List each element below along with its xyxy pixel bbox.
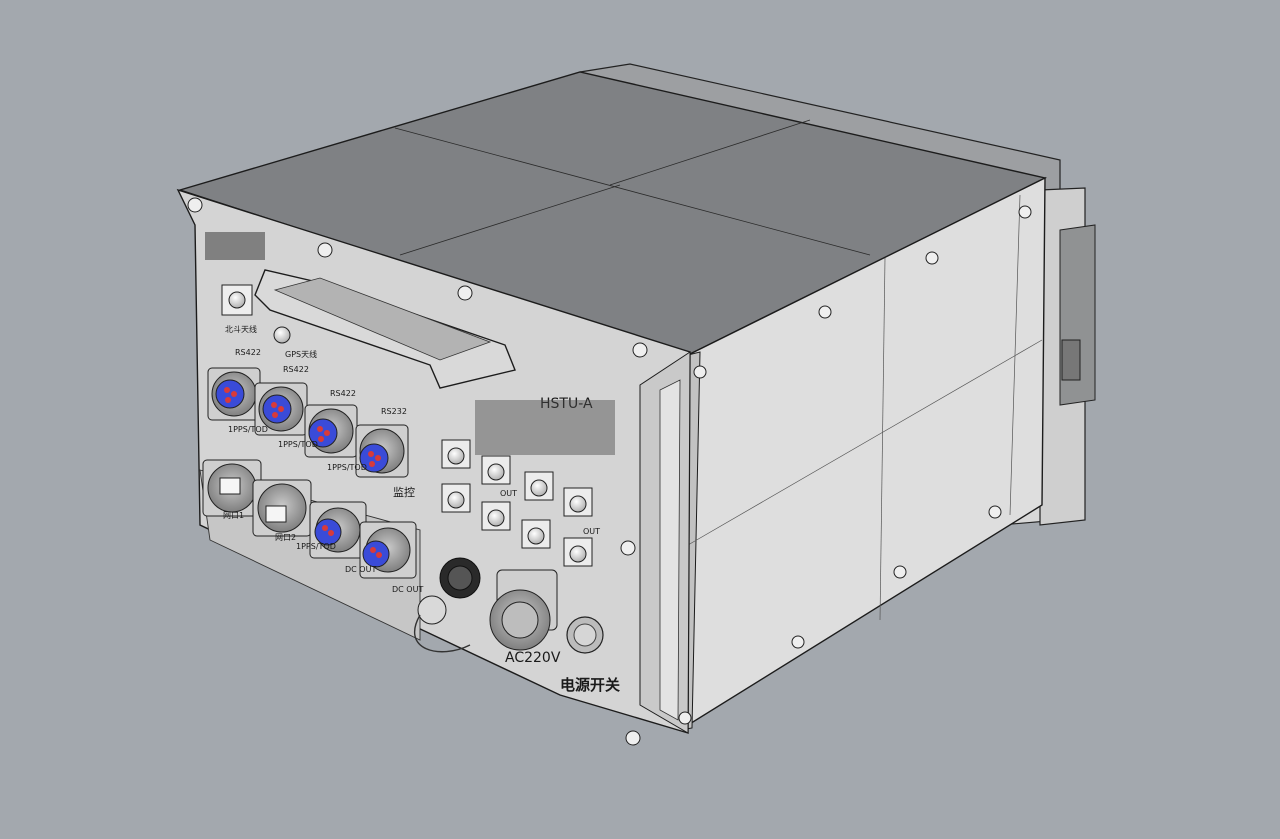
antenna-label-2: GPS天线 — [285, 349, 317, 359]
ac-input-label: AC220V — [505, 650, 561, 666]
logo-blurred — [205, 232, 265, 260]
antenna-connector-2[interactable] — [273, 326, 291, 344]
pps-tod-label-2: 1PPS/TOD — [278, 440, 318, 449]
rs422-label-1: RS422 — [235, 348, 261, 357]
antenna-label-1: 北斗天线 — [225, 324, 257, 334]
bnc-out-connector[interactable] — [441, 439, 471, 469]
network-label-3: 1PPS/TOD — [296, 542, 336, 551]
bnc-out-label: OUT — [500, 489, 517, 498]
bnc-out-connector[interactable] — [481, 501, 511, 531]
dc-out-label-2: DC OUT — [392, 585, 423, 594]
bnc-out-connector[interactable] — [521, 519, 551, 549]
bnc-out-connector[interactable] — [441, 483, 471, 513]
network-connector-2[interactable] — [252, 479, 312, 537]
power-switch-label: 电源开关 — [560, 676, 620, 694]
rs422-label-2: RS422 — [283, 365, 309, 374]
rs422-connector-1[interactable] — [207, 367, 261, 421]
rs422-label-3: RS422 — [330, 389, 356, 398]
bnc-out-connector[interactable] — [563, 537, 593, 567]
network-label-2: 网口2 — [275, 533, 296, 542]
network-label-1: 网口1 — [223, 511, 244, 520]
bnc-out-connector[interactable] — [563, 487, 593, 517]
power-switch-button[interactable] — [566, 616, 604, 654]
chassis-render: 北斗天线 GPS天线 RS422 RS422 RS422 RS232 1PPS/… — [0, 0, 1280, 839]
rs232-label: RS232 — [381, 407, 407, 416]
rs422-connector-3[interactable] — [304, 404, 358, 458]
model-name-blurred — [475, 400, 615, 455]
network-connector-1[interactable] — [202, 459, 262, 517]
monitor-label: 监控 — [393, 485, 415, 499]
bnc-out-connector[interactable] — [524, 471, 554, 501]
bnc-out-connector[interactable] — [481, 455, 511, 485]
dc-out-label-1: DC OUT — [345, 565, 376, 574]
antenna-connector-1[interactable] — [221, 284, 253, 316]
pps-tod-label-1: 1PPS/TOD — [228, 425, 268, 434]
pps-tod-label-3: 1PPS/TOD — [327, 463, 367, 472]
bnc-out-label: OUT — [583, 527, 600, 536]
